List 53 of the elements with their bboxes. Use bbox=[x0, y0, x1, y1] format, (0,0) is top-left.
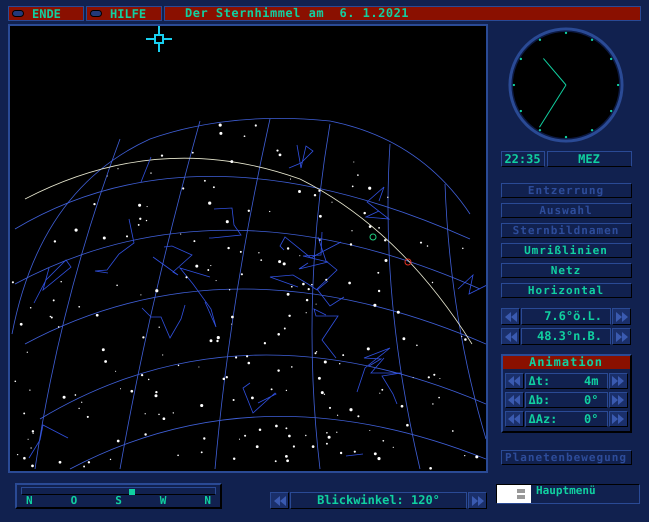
back-button[interactable] bbox=[504, 411, 524, 427]
back-button[interactable] bbox=[501, 328, 520, 345]
forward-button[interactable] bbox=[608, 392, 628, 408]
rewind-icon bbox=[504, 312, 516, 322]
light-icon bbox=[12, 10, 24, 17]
rewind-icon bbox=[508, 414, 520, 424]
parameter-label: ΔAz: bbox=[528, 412, 558, 426]
menu-button[interactable]: HILFE bbox=[86, 6, 162, 21]
parameter-value: 0° bbox=[584, 393, 598, 407]
forward-button[interactable] bbox=[612, 308, 631, 325]
rewind-icon bbox=[508, 395, 520, 405]
light-icon bbox=[90, 10, 102, 17]
forward-button[interactable] bbox=[608, 373, 628, 389]
fast-forward-icon bbox=[616, 312, 628, 322]
compass-slider[interactable]: N O S W N bbox=[15, 483, 222, 509]
coordinate-display: 48.3°n.B. bbox=[521, 328, 611, 345]
back-button[interactable] bbox=[504, 392, 524, 408]
back-button[interactable] bbox=[501, 308, 520, 325]
window-title: Der Sternhimmel am 6. 1.2021 bbox=[164, 6, 641, 21]
compass-label: S bbox=[115, 495, 122, 507]
rewind-icon bbox=[508, 376, 520, 386]
back-button[interactable] bbox=[270, 492, 289, 509]
parameter-label: Δt: bbox=[528, 374, 550, 388]
toggle-button[interactable]: Horizontal bbox=[500, 283, 632, 298]
parameter-value: 4m bbox=[584, 374, 598, 388]
fast-forward-icon bbox=[616, 332, 628, 342]
slider-thumb[interactable] bbox=[129, 489, 135, 495]
panel-title: Animation bbox=[502, 356, 630, 369]
time-display: 22:35 bbox=[500, 151, 544, 167]
fast-forward-icon bbox=[612, 376, 624, 386]
forward-button[interactable] bbox=[468, 492, 487, 509]
view-angle-display: Blickwinkel: 120° bbox=[290, 492, 467, 509]
compass-label: N bbox=[26, 495, 33, 507]
forward-button[interactable] bbox=[608, 411, 628, 427]
fast-forward-icon bbox=[612, 395, 624, 405]
rewind-icon bbox=[504, 332, 516, 342]
compass-label: O bbox=[70, 495, 78, 507]
forward-button[interactable] bbox=[612, 328, 631, 345]
window-icon bbox=[497, 485, 531, 503]
parameter-value: 0° bbox=[584, 412, 598, 426]
fast-forward-icon bbox=[472, 496, 484, 506]
toggle-button[interactable]: Netz bbox=[500, 263, 632, 278]
menu-button[interactable]: ENDE bbox=[8, 6, 84, 21]
timezone-display: MEZ bbox=[546, 151, 632, 167]
compass-label: W bbox=[160, 495, 166, 507]
main-menu-button[interactable]: Hauptmenü bbox=[496, 484, 640, 504]
compass-label: N bbox=[204, 495, 211, 507]
rewind-icon bbox=[274, 496, 286, 506]
fast-forward-icon bbox=[612, 414, 624, 424]
parameter-label: Δb: bbox=[528, 393, 550, 407]
coordinate-display: 7.6°ö.L. bbox=[521, 308, 611, 325]
back-button[interactable] bbox=[504, 373, 524, 389]
toggle-button[interactable]: Umrißlinien bbox=[500, 243, 632, 258]
